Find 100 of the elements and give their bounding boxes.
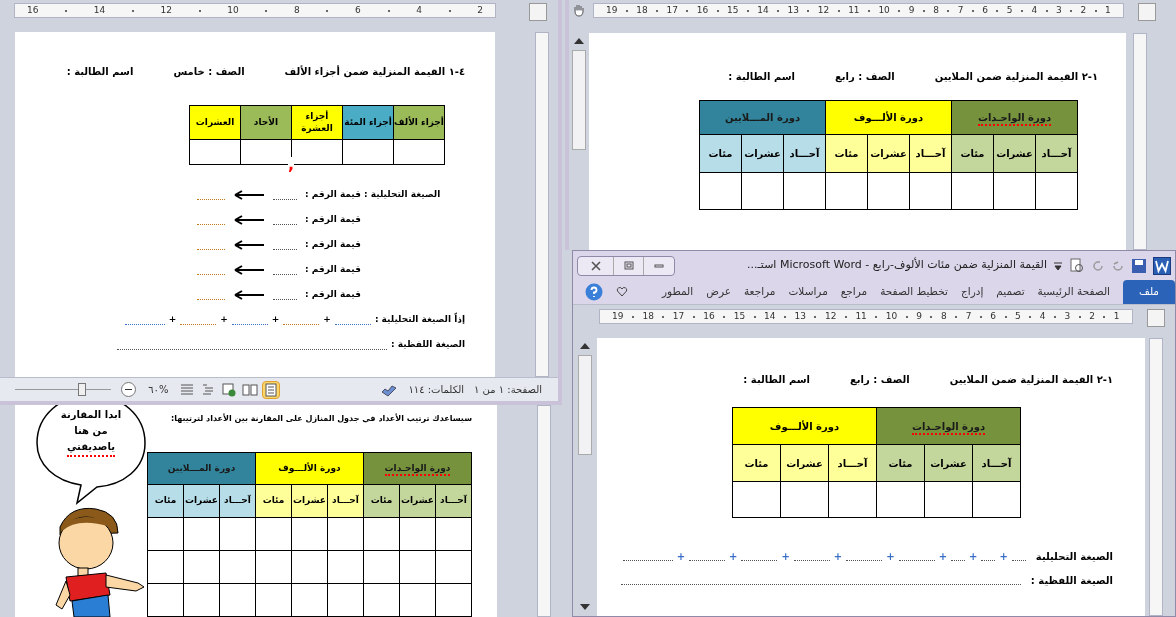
left-arrow: [233, 240, 265, 250]
help-icon[interactable]: [585, 283, 603, 301]
table-cell: [867, 172, 910, 210]
column-header: مئات: [363, 484, 400, 518]
undo-icon[interactable]: [1111, 258, 1125, 273]
scroll-down-button[interactable]: [580, 604, 590, 610]
ruler-number: 13: [787, 6, 800, 15]
period-header: دورة الواحـدات: [951, 100, 1078, 135]
ruler-toggle[interactable]: [1147, 309, 1165, 327]
ruler-number: 10: [878, 6, 890, 15]
student-name-label: اسم الطالبة :: [66, 65, 134, 79]
restore-icon[interactable]: [623, 261, 634, 270]
fill-in-line: [273, 199, 297, 200]
zoom-out-button[interactable]: [121, 382, 137, 397]
column-header: مئات: [699, 134, 742, 173]
period-header: دورة الألـــوف: [732, 407, 877, 445]
ruler-number: 4: [1039, 312, 1046, 321]
fill-in-line: [231, 324, 268, 325]
left-arrow: [233, 290, 265, 300]
period-header: دورة الألـــوف: [825, 100, 952, 135]
zoom-slider[interactable]: [15, 382, 112, 397]
close-icon[interactable]: [590, 260, 601, 271]
ruler-number: 2: [477, 6, 483, 15]
scroll-up-button[interactable]: [580, 343, 590, 349]
ribbon-tab[interactable]: إدراج: [960, 280, 984, 304]
value-label: قيمة الرقم :: [305, 288, 362, 302]
column-header: آحـــاد: [828, 444, 877, 482]
ribbon-tab[interactable]: مراسلات: [788, 280, 828, 304]
ruler-number: 15: [727, 6, 739, 15]
instruction-text: سيساعدك ترتيب الأعداد في جدول المنازل على المقارنة بين الأعداد لترتيبها:: [171, 413, 472, 425]
ruler-number: 9: [916, 312, 922, 321]
table-cell: [219, 583, 256, 617]
table-cell: [291, 517, 328, 551]
ruler-number: 19: [606, 6, 618, 15]
ribbon-tab[interactable]: تخطيط الصفحة: [880, 280, 948, 304]
ruler-number: 14: [757, 6, 769, 15]
column-header: آحـــاد: [219, 484, 256, 518]
page-icon[interactable]: [262, 380, 281, 399]
ruler-number: 17: [666, 6, 678, 15]
ribbon-tab[interactable]: الصفحة الرئيسية: [1037, 280, 1110, 304]
ruler-number: 1: [1105, 6, 1111, 15]
ruler-toggle[interactable]: [529, 3, 547, 21]
fill-in-line: [846, 560, 883, 561]
fill-in-line: [273, 249, 297, 250]
heart-icon[interactable]: [616, 286, 628, 298]
table-cell: [255, 517, 292, 551]
table-cell: [924, 481, 973, 518]
ruler-toggle[interactable]: [1138, 3, 1156, 21]
plus-sign: +: [271, 313, 280, 327]
column-header: أجزاء العشرة: [291, 105, 343, 140]
plus-sign: +: [220, 313, 228, 327]
fill-in-line: [197, 199, 225, 200]
plus-sign: +: [729, 549, 738, 564]
bubble-text: من هنا: [74, 424, 108, 439]
scrollbar-thumb[interactable]: [572, 50, 586, 150]
ribbon-tab[interactable]: المطور: [661, 280, 694, 304]
ruler-number: 11: [848, 6, 860, 15]
hand-icon[interactable]: [572, 3, 586, 17]
ruler-number: 12: [824, 312, 837, 321]
slider-thumb[interactable]: [78, 382, 87, 396]
page-count: الصفحة: ١ من ١: [474, 383, 542, 397]
dropdown-icon[interactable]: [1053, 260, 1063, 271]
table-cell: [993, 172, 1036, 210]
plus-sign: +: [323, 313, 331, 327]
print-preview-icon[interactable]: [1069, 257, 1085, 274]
ruler-number: 14: [764, 312, 776, 321]
table-cell: [780, 481, 829, 518]
table-cell: [363, 517, 400, 551]
fill-in-line: [622, 560, 673, 561]
ribbon-tab[interactable]: تصميم: [996, 280, 1025, 304]
fill-in-line: [273, 224, 297, 225]
table-cell: [147, 550, 184, 584]
decimal-comma: ,: [288, 157, 295, 173]
ribbon-tab[interactable]: مراجع: [840, 280, 868, 304]
save-icon[interactable]: [1131, 257, 1147, 274]
fill-in-line: [334, 324, 371, 325]
fill-in-line: [197, 249, 225, 250]
column-header: آحـــاد: [783, 134, 826, 173]
fill-in-line: [741, 560, 778, 561]
ribbon-tab[interactable]: ملف: [1123, 280, 1175, 304]
plus-sign: +: [969, 549, 978, 564]
table-cell: [189, 139, 241, 165]
bubble-text: ياصديقتي: [66, 439, 116, 457]
ribbon-tab[interactable]: عرض: [706, 280, 731, 304]
ruler-number: 6: [990, 312, 997, 321]
table-cell: [219, 517, 256, 551]
worksheet-title: ٤-١ القيمة المنزلية ضمن أجزاء الألف: [284, 64, 465, 79]
ruler-number: 10: [885, 312, 898, 321]
period-header: دورة الألـــوف: [255, 452, 364, 485]
ruler-number: 1: [1113, 312, 1120, 321]
analytic-form-label: الصيغة التحليلية: [1035, 549, 1113, 564]
minimize-icon[interactable]: [654, 263, 664, 268]
table-cell: [183, 550, 220, 584]
ruler-number: 11: [855, 312, 867, 321]
scrollbar-thumb[interactable]: [578, 355, 592, 455]
table-cell: [255, 583, 292, 617]
student-name-label: اسم الطالبة :: [743, 373, 810, 387]
fill-in-line: [1011, 560, 1026, 561]
word-logo-icon[interactable]: [1153, 256, 1171, 275]
ribbon-tab[interactable]: مراجعة: [743, 280, 776, 304]
